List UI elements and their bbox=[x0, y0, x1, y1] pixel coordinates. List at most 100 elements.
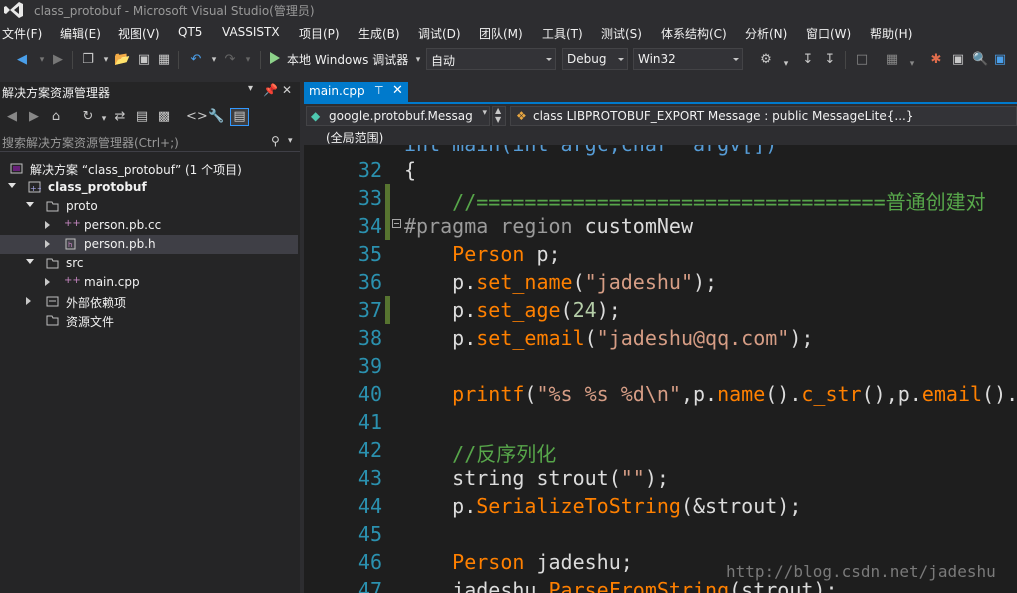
start-debugging-icon[interactable] bbox=[270, 52, 280, 64]
collapsed-icon[interactable] bbox=[45, 240, 50, 248]
tree-item-file[interactable]: ++ person.pb.cc bbox=[0, 216, 298, 235]
tree-item-file[interactable]: ++ main.cpp bbox=[0, 273, 298, 292]
splitter-arrows[interactable]: ▲ ▼ bbox=[492, 106, 506, 126]
menu-window[interactable]: 窗口(W) bbox=[806, 25, 851, 42]
start-debugging-button[interactable]: 本地 Windows 调试器 bbox=[287, 51, 408, 68]
cpp-project-icon: ++ bbox=[28, 181, 41, 193]
code-fragment: ); bbox=[596, 298, 621, 322]
tree-item-filter-src[interactable]: src bbox=[0, 254, 298, 273]
redo-dropdown-icon[interactable]: ▾ bbox=[240, 52, 256, 68]
tree-item-file-selected[interactable]: h person.pb.h bbox=[0, 235, 298, 254]
build-solution-icon[interactable]: ↧ bbox=[800, 52, 816, 68]
uncomment-icon[interactable]: ▦ bbox=[884, 52, 900, 68]
folder-filter-icon bbox=[46, 258, 59, 269]
save-all-icon[interactable]: ▦ bbox=[156, 52, 172, 68]
menu-view[interactable]: 视图(V) bbox=[118, 25, 160, 42]
line-number: 40 bbox=[357, 382, 382, 406]
build-config-combo[interactable]: Debug bbox=[562, 48, 628, 70]
menu-qt5[interactable]: QT5 bbox=[178, 25, 202, 39]
collapsed-icon[interactable] bbox=[26, 297, 31, 305]
member-combo[interactable]: ❖ class LIBPROTOBUF_EXPORT Message : pub… bbox=[510, 106, 1017, 126]
preview-selected-icon[interactable]: ▤ bbox=[230, 108, 249, 126]
forward-icon[interactable]: ▶ bbox=[50, 52, 66, 68]
menu-vassistx[interactable]: VASSISTX bbox=[222, 25, 280, 39]
global-scope-label[interactable]: (全局范围) bbox=[326, 129, 383, 146]
menu-project[interactable]: 项目(P) bbox=[299, 25, 340, 42]
code-text: int main(int argc,char* argv[]) bbox=[404, 145, 777, 156]
menu-build[interactable]: 生成(B) bbox=[358, 25, 400, 42]
collapse-region-icon[interactable] bbox=[392, 219, 401, 228]
external-deps-icon bbox=[46, 296, 59, 307]
attach-process-icon[interactable]: ⚙ bbox=[758, 52, 774, 68]
tree-item-label: person.pb.h bbox=[84, 237, 156, 251]
undo-icon[interactable]: ↶ bbox=[188, 52, 204, 68]
panel-options-icon[interactable]: ▾ bbox=[248, 83, 253, 94]
solution-search[interactable]: 搜索解决方案资源管理器(Ctrl+;) ⚲ ▾ bbox=[0, 132, 300, 152]
tree-item-resources[interactable]: 资源文件 bbox=[0, 311, 298, 330]
attach-dropdown-icon[interactable]: ▾ bbox=[778, 56, 794, 72]
close-icon[interactable]: ✕ bbox=[392, 83, 403, 98]
tree-item-filter-proto[interactable]: proto bbox=[0, 197, 298, 216]
qt-settings-icon[interactable]: ✱ bbox=[928, 52, 944, 68]
file-scope-combo[interactable]: ◆ google.protobuf.Messag ▾ bbox=[306, 106, 490, 126]
back-icon[interactable]: ◀ bbox=[14, 52, 30, 68]
view-code-icon[interactable]: <> bbox=[186, 109, 208, 125]
menu-test[interactable]: 测试(S) bbox=[601, 25, 642, 42]
refresh-icon[interactable]: ⇄ bbox=[112, 109, 128, 125]
search-options-icon[interactable]: ▾ bbox=[288, 136, 293, 146]
menu-file[interactable]: 文件(F) bbox=[2, 25, 42, 42]
undo-dropdown-icon[interactable]: ▾ bbox=[206, 52, 222, 68]
code-fragment: (),p. bbox=[861, 382, 922, 406]
pin-icon[interactable]: 📌 bbox=[263, 83, 278, 97]
expanded-icon[interactable] bbox=[8, 183, 16, 188]
quick-find-icon[interactable]: ▣ bbox=[992, 52, 1008, 68]
tab-main-cpp[interactable]: main.cpp ⊤ ✕ bbox=[304, 82, 408, 102]
pin-icon[interactable]: ⊤ bbox=[374, 84, 384, 97]
sync-icon[interactable]: ↻ bbox=[80, 109, 96, 125]
code-fragment: p. bbox=[404, 298, 477, 322]
member-value: class LIBPROTOBUF_EXPORT Message : publi… bbox=[533, 109, 914, 123]
format-dropdown-icon[interactable]: ▾ bbox=[904, 56, 920, 72]
code-editor[interactable]: int main(int argc,char* argv[]) 32 { 33 … bbox=[304, 145, 1017, 593]
sync-dropdown-icon[interactable]: ▾ bbox=[96, 111, 112, 127]
comment-icon[interactable]: □ bbox=[854, 52, 870, 68]
save-icon[interactable]: ▣ bbox=[136, 52, 152, 68]
menu-edit[interactable]: 编辑(E) bbox=[60, 25, 101, 42]
menu-help[interactable]: 帮助(H) bbox=[870, 25, 912, 42]
qt-designer-icon[interactable]: ▣ bbox=[950, 52, 966, 68]
collapse-all-icon[interactable]: ▤ bbox=[134, 109, 150, 125]
redo-icon[interactable]: ↷ bbox=[222, 52, 238, 68]
menu-debug[interactable]: 调试(D) bbox=[418, 25, 461, 42]
debugger-dropdown-icon[interactable]: ▾ bbox=[410, 52, 426, 68]
platform-combo[interactable]: Win32 bbox=[633, 48, 743, 70]
back-dropdown-icon[interactable]: ▾ bbox=[34, 52, 50, 68]
menu-tools[interactable]: 工具(T) bbox=[542, 25, 583, 42]
collapsed-icon[interactable] bbox=[45, 221, 50, 229]
menu-team[interactable]: 团队(M) bbox=[479, 25, 523, 42]
build-project-icon[interactable]: ↧ bbox=[822, 52, 838, 68]
new-dropdown-icon[interactable]: ▾ bbox=[98, 52, 114, 68]
document-tabs: main.cpp ⊤ ✕ bbox=[304, 82, 1017, 102]
solution-config-combo[interactable]: 自动 bbox=[426, 48, 556, 70]
menu-architecture[interactable]: 体系结构(C) bbox=[661, 25, 727, 42]
show-all-files-icon[interactable]: ▩ bbox=[156, 109, 172, 125]
code-fragment: set_age bbox=[476, 298, 561, 322]
search-icon[interactable]: ⚲ bbox=[271, 134, 280, 148]
properties-icon[interactable]: 🔧 bbox=[208, 109, 224, 125]
forward-icon[interactable]: ▶ bbox=[26, 109, 42, 125]
expanded-icon[interactable] bbox=[26, 259, 34, 264]
tree-item-external-deps[interactable]: 外部依赖项 bbox=[0, 292, 298, 311]
close-icon[interactable]: ✕ bbox=[282, 83, 292, 97]
back-icon[interactable]: ◀ bbox=[4, 109, 20, 125]
open-file-icon[interactable]: 📂 bbox=[114, 52, 130, 68]
code-fragment: int main(int argc,char* argv[]) bbox=[404, 145, 777, 156]
new-project-icon[interactable]: ❐ bbox=[80, 52, 96, 68]
tree-item-solution[interactable]: 解决方案 “class_protobuf” (1 个项目) bbox=[0, 159, 298, 178]
expanded-icon[interactable] bbox=[26, 202, 34, 207]
line-number: 32 bbox=[357, 158, 382, 182]
find-in-files-icon[interactable]: 🔍 bbox=[972, 52, 988, 68]
menu-analyze[interactable]: 分析(N) bbox=[745, 25, 787, 42]
collapsed-icon[interactable] bbox=[45, 278, 50, 286]
tree-item-project[interactable]: ++ class_protobuf bbox=[0, 178, 298, 197]
home-icon[interactable]: ⌂ bbox=[48, 109, 64, 125]
